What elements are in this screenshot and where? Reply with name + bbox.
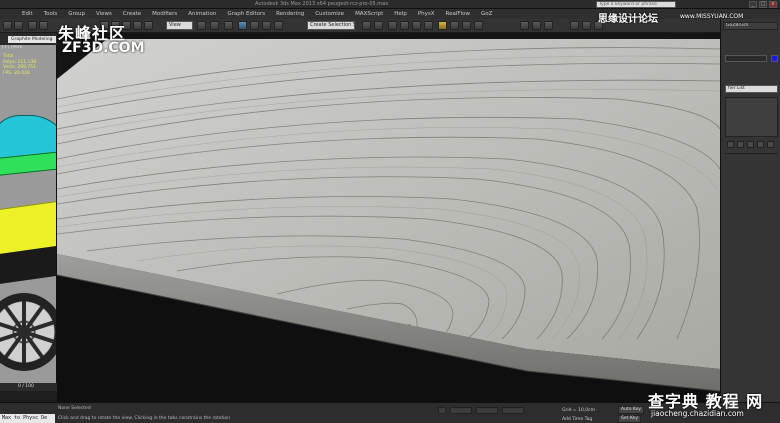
ribbon-bar: Graphite Modeling bbox=[0, 33, 57, 45]
configure-sets-icon[interactable] bbox=[767, 141, 774, 148]
menu-modifiers[interactable]: Modifiers bbox=[152, 11, 177, 17]
remove-modifier-icon[interactable] bbox=[757, 141, 764, 148]
snap-toggle-icon[interactable] bbox=[238, 21, 247, 30]
minimize-button[interactable]: _ bbox=[749, 1, 757, 8]
wheel-spokes-shape bbox=[0, 293, 56, 371]
scale-icon[interactable] bbox=[144, 21, 153, 30]
viewport-label[interactable]: [+] [Pers bbox=[2, 45, 22, 50]
perspective-viewport-small[interactable]: [+] [Pers Total Polys: 211,138 Verts: 20… bbox=[0, 45, 57, 383]
menu-customize[interactable]: Customize bbox=[315, 11, 344, 17]
layer-manager-icon[interactable] bbox=[388, 21, 397, 30]
watermark-missyuan-cn: 思缘设计论坛 bbox=[598, 14, 658, 25]
material-editor-icon[interactable] bbox=[438, 21, 447, 30]
unlink-icon[interactable] bbox=[39, 21, 48, 30]
menu-physx[interactable]: PhysX bbox=[418, 11, 435, 17]
auto-key-button[interactable]: Auto Key bbox=[618, 406, 645, 414]
x-coordinate-field[interactable] bbox=[450, 407, 472, 414]
main-viewport[interactable]: rst de bbox=[57, 33, 720, 402]
menu-maxscript[interactable]: MAXScript bbox=[355, 11, 383, 17]
set-key-button[interactable]: Set Key bbox=[618, 415, 641, 423]
menu-rendering[interactable]: Rendering bbox=[276, 11, 304, 17]
undo-icon[interactable] bbox=[3, 21, 12, 30]
lock-selection-icon[interactable] bbox=[438, 407, 446, 414]
z-coordinate-field[interactable] bbox=[502, 407, 524, 414]
menu-create[interactable]: Create bbox=[123, 11, 141, 17]
modifier-list-dropdown[interactable]: fier List bbox=[725, 85, 778, 93]
pin-stack-icon[interactable] bbox=[727, 141, 734, 148]
menu-help[interactable]: Help bbox=[394, 11, 407, 17]
stats-verts: Verts: 209,751 bbox=[3, 65, 37, 70]
reference-coordinate-select[interactable]: View bbox=[166, 21, 193, 30]
redo-icon[interactable] bbox=[14, 21, 23, 30]
render-production-icon[interactable] bbox=[474, 21, 483, 30]
title-bar: Autodesk 3ds Max 2013 x64 peugeot-rcz-pr… bbox=[0, 0, 780, 9]
stats-fps: FPS: 20.028 bbox=[3, 70, 30, 76]
maximize-button[interactable]: □ bbox=[759, 1, 767, 8]
close-button[interactable]: x bbox=[769, 1, 777, 8]
tab-graphite-modeling[interactable]: Graphite Modeling bbox=[8, 36, 56, 43]
show-end-result-icon[interactable] bbox=[737, 141, 744, 148]
time-slider[interactable]: 0 / 100 bbox=[0, 383, 57, 391]
mirror-icon[interactable] bbox=[362, 21, 371, 30]
menu-bar: Edit Tools Group Views Create Modifiers … bbox=[0, 9, 780, 19]
named-selection-sets[interactable]: Create Selection Se bbox=[307, 21, 355, 30]
watermark-chazidian-url: jiaocheng.chazidian.com bbox=[651, 409, 744, 418]
divider bbox=[724, 153, 778, 154]
angle-snap-icon[interactable] bbox=[250, 21, 259, 30]
watermark-zf3d-en: ZF3D.COM bbox=[62, 40, 145, 56]
link-icon[interactable] bbox=[28, 21, 37, 30]
align-icon[interactable] bbox=[374, 21, 383, 30]
pivot-icon[interactable] bbox=[197, 21, 206, 30]
concrete-block-render: rst de bbox=[57, 39, 720, 402]
step-back-icon[interactable] bbox=[570, 21, 579, 30]
graphite-toggle-icon[interactable] bbox=[400, 21, 409, 30]
make-unique-icon[interactable] bbox=[747, 141, 754, 148]
menu-views[interactable]: Views bbox=[96, 11, 112, 17]
modifier-stack[interactable] bbox=[725, 97, 778, 137]
y-coordinate-field[interactable] bbox=[476, 407, 498, 414]
maxscript-listener[interactable]: Max to Physc De bbox=[0, 414, 55, 423]
object-name-field[interactable] bbox=[725, 55, 767, 62]
prompt-line: Click and drag to rotate the view. Click… bbox=[58, 416, 231, 421]
command-panel: GoZBrush fier List bbox=[720, 19, 780, 402]
rendered-frame-window-icon[interactable] bbox=[462, 21, 471, 30]
physx-sim-icon[interactable] bbox=[544, 21, 553, 30]
select-manipulate-icon[interactable] bbox=[210, 21, 219, 30]
spinner-snap-icon[interactable] bbox=[274, 21, 283, 30]
add-time-tag[interactable]: Add Time Tag bbox=[562, 417, 592, 422]
physx-icon[interactable] bbox=[532, 21, 541, 30]
realflow-icon[interactable] bbox=[520, 21, 529, 30]
percent-snap-icon[interactable] bbox=[262, 21, 271, 30]
menu-graph-editors[interactable]: Graph Editors bbox=[227, 11, 265, 17]
tab-gozbrush[interactable]: GoZBrush bbox=[723, 22, 778, 30]
viewport-statistics: Total Polys: 211,138 Verts: 209,751 FPS:… bbox=[3, 54, 36, 76]
search-input[interactable]: Type a keyword or phrase bbox=[596, 1, 676, 8]
grid-size: Grid = 10,0cm bbox=[562, 408, 595, 413]
selection-status: None Selected bbox=[58, 406, 91, 411]
menu-realflow[interactable]: RealFlow bbox=[446, 11, 470, 17]
rotate-icon[interactable] bbox=[133, 21, 142, 30]
keyboard-shortcut-icon[interactable] bbox=[224, 21, 233, 30]
window-title: Autodesk 3ds Max 2013 x64 peugeot-rcz-pr… bbox=[255, 1, 389, 7]
window-controls: _ □ x bbox=[749, 1, 777, 8]
render-setup-icon[interactable] bbox=[450, 21, 459, 30]
menu-goz[interactable]: GoZ bbox=[481, 11, 492, 17]
menu-edit[interactable]: Edit bbox=[22, 11, 33, 17]
stack-controls bbox=[727, 141, 774, 148]
curve-editor-icon[interactable] bbox=[412, 21, 421, 30]
schematic-view-icon[interactable] bbox=[424, 21, 433, 30]
play-icon[interactable] bbox=[582, 21, 591, 30]
object-color-swatch[interactable] bbox=[771, 55, 778, 62]
menu-animation[interactable]: Animation bbox=[188, 11, 216, 17]
time-slider-label: 0 / 100 bbox=[18, 384, 34, 389]
menu-tools[interactable]: Tools bbox=[44, 11, 58, 17]
menu-group[interactable]: Group bbox=[68, 11, 85, 17]
